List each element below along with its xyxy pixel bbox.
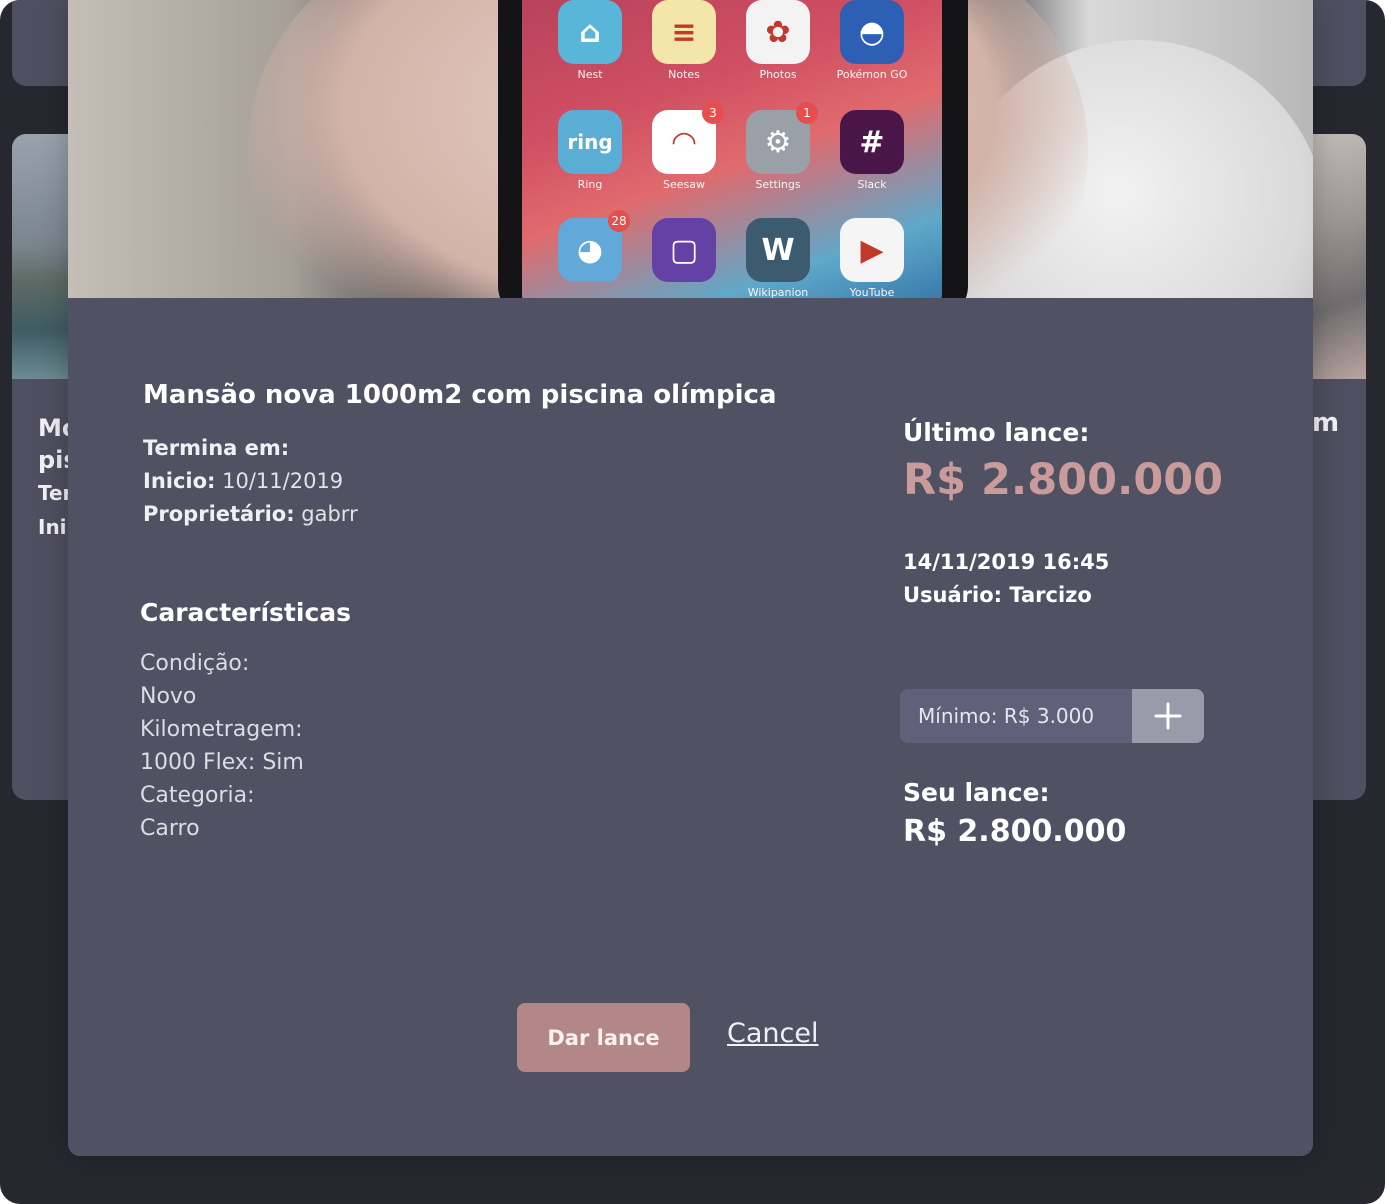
app-label: Pokémon GO [836, 68, 908, 81]
wikipanion-icon: W [746, 218, 810, 282]
plus-icon [1154, 702, 1182, 730]
slack-icon: # [840, 110, 904, 174]
feature-line: Categoria: [140, 783, 255, 808]
item-photo: ⌂ Nest ≡ Notes ✿ Photos ◓ Pokémon GO ring Ring ◠ Se… [68, 0, 1313, 298]
increase-bid-button[interactable] [1132, 689, 1204, 743]
item-meta: Termina em: Inicio: 10/11/2019 Proprietá… [143, 432, 358, 531]
feature-line: Condição: [140, 651, 250, 676]
feature-line: Novo [140, 684, 197, 709]
ends-line: Termina em: [143, 432, 358, 465]
notification-badge: 1 [796, 102, 818, 124]
app-label: Wikipanion [747, 286, 809, 298]
app-label: YouTube [849, 286, 895, 298]
feature-line: 1000 Flex: Sim [140, 750, 304, 775]
last-bid-label: Último lance: [903, 418, 1090, 447]
notes-icon: ≡ [652, 0, 716, 64]
phone-screen: ⌂ Nest ≡ Notes ✿ Photos ◓ Pokémon GO ring Ring ◠ Se… [522, 0, 942, 298]
start-label: Inicio: [143, 469, 216, 493]
app-label: Seesaw [663, 178, 705, 191]
features-title: Características [140, 598, 352, 627]
pokeball-icon: ◓ [840, 0, 904, 64]
bid-modal: ⌂ Nest ≡ Notes ✿ Photos ◓ Pokémon GO ring Ring ◠ Se… [68, 0, 1313, 1156]
last-bid-user: Usuário: Tarcizo [903, 583, 1092, 607]
youtube-icon: ▶ [840, 218, 904, 282]
feature-line: Carro [140, 816, 200, 841]
your-bid-label: Seu lance: [903, 778, 1050, 807]
place-bid-button[interactable]: Dar lance [517, 1003, 690, 1072]
app-label: Photos [759, 68, 797, 81]
ends-label: Termina em: [143, 436, 290, 460]
start-line: Inicio: 10/11/2019 [143, 465, 358, 498]
owner-line: Proprietário: gabrr [143, 498, 358, 531]
ring-icon: ring [558, 110, 622, 174]
start-value: 10/11/2019 [222, 469, 344, 493]
app-label: Notes [668, 68, 700, 81]
app-label: Slack [857, 178, 887, 191]
bg-right-title-fragment: m [1312, 408, 1340, 438]
home-icon: ⌂ [558, 0, 622, 64]
app-frame: Mo pis Ter Ini m ⌂ Nest ≡ Notes ✿ Photos ◓ Poké… [0, 0, 1385, 1204]
notification-badge: 3 [702, 102, 724, 124]
photos-icon: ✿ [746, 0, 810, 64]
item-title: Mansão nova 1000m2 com piscina olímpica [143, 380, 777, 410]
your-bid-value: R$ 2.800.000 [903, 814, 1127, 849]
app-label: Settings [755, 178, 801, 191]
feature-line: Kilometragem: [140, 717, 303, 742]
features-list: Condição: Novo Kilometragem: 1000 Flex: … [140, 647, 304, 845]
app-label: Ring [577, 178, 603, 191]
last-bid-value: R$ 2.800.000 [903, 455, 1224, 505]
owner-label: Proprietário: [143, 502, 295, 526]
bid-stepper: Mínimo: R$ 3.000 [900, 689, 1204, 743]
twitch-icon: ▢ [652, 218, 716, 282]
phone-shape: ⌂ Nest ≡ Notes ✿ Photos ◓ Pokémon GO ring Ring ◠ Se… [498, 0, 968, 298]
notification-badge: 28 [608, 210, 630, 232]
cancel-link[interactable]: Cancel [727, 1018, 818, 1049]
owner-value: gabrr [301, 502, 358, 526]
app-label: Nest [577, 68, 603, 81]
minimum-bid-text: Mínimo: R$ 3.000 [918, 704, 1095, 728]
last-bid-datetime: 14/11/2019 16:45 [903, 550, 1110, 574]
